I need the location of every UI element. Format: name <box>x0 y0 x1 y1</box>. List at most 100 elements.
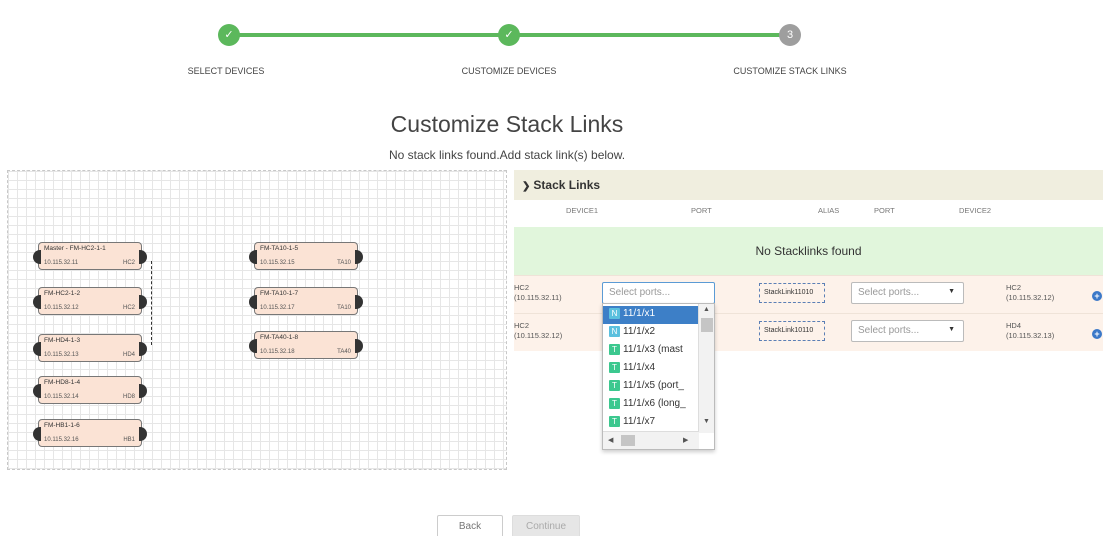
badge-t: T <box>609 416 620 427</box>
port-option[interactable]: N 11/1/x1 <box>603 306 699 324</box>
device-name: FM-HB1-1-6 <box>44 422 80 429</box>
badge-t: T <box>609 380 620 391</box>
device-type: TA40 <box>337 349 351 355</box>
port-option[interactable]: T 11/1/x6 (long_ <box>603 396 699 414</box>
device-ip: 10.115.32.12 <box>44 305 79 311</box>
port-left-handle[interactable] <box>249 250 257 264</box>
scroll-down-icon[interactable]: ▼ <box>703 418 710 425</box>
port-option[interactable]: T 11/1/x4 <box>603 360 699 378</box>
port-option[interactable]: T 11/1/x5 (port_ <box>603 378 699 396</box>
port-right-handle[interactable] <box>139 295 147 309</box>
device-type: HC2 <box>122 305 135 311</box>
device-node[interactable]: Master - FM-HC2-1-1 10.115.32.11 HC2 <box>33 242 147 270</box>
device-type: TA10 <box>337 305 351 311</box>
device1-name: HC2 <box>514 321 530 330</box>
scroll-up-icon[interactable]: ▲ <box>703 306 710 313</box>
port-left-handle[interactable] <box>249 295 257 309</box>
device-name: FM-HD8-1-4 <box>44 379 81 386</box>
port-left-handle[interactable] <box>33 342 41 356</box>
port-left-handle[interactable] <box>33 295 41 309</box>
badge-n: N <box>609 326 620 337</box>
continue-button[interactable]: Continue <box>512 515 580 536</box>
caret-down-icon: ▼ <box>948 326 955 333</box>
device-name: FM-HC2-1-2 <box>44 290 81 297</box>
badge-t: T <box>609 398 620 409</box>
caret-down-icon: ▼ <box>948 288 955 295</box>
port2-select[interactable]: Select ports... ▼ <box>851 282 964 304</box>
device-node[interactable]: FM-TA40-1-8 10.115.32.18 TA40 <box>249 331 363 359</box>
port-left-handle[interactable] <box>33 250 41 264</box>
topology-canvas[interactable]: Master - FM-HC2-1-1 10.115.32.11 HC2 FM-… <box>7 170 507 470</box>
device-node[interactable]: FM-TA10-1-5 10.115.32.15 TA10 <box>249 242 363 270</box>
alias-field[interactable]: StackLink10110 <box>759 321 825 341</box>
scroll-right-icon[interactable]: ▶ <box>683 436 688 444</box>
port-right-handle[interactable] <box>139 342 147 356</box>
add-link-plus-icon[interactable]: + <box>1092 329 1102 339</box>
horizontal-scrollbar[interactable]: ◀ ▶ <box>603 431 699 449</box>
device-node[interactable]: FM-HC2-1-2 10.115.32.12 HC2 <box>33 287 147 315</box>
port-right-handle[interactable] <box>355 250 363 264</box>
badge-t: T <box>609 362 620 373</box>
port-right-handle[interactable] <box>139 427 147 441</box>
step-connector-1 <box>235 33 512 37</box>
device-type: HD4 <box>122 352 135 358</box>
vertical-scrollbar[interactable]: ▲ ▼ <box>698 304 714 433</box>
device-name: Master - FM-HC2-1-1 <box>44 245 106 252</box>
device-node[interactable]: FM-HB1-1-6 10.115.32.16 HB1 <box>33 419 147 447</box>
device-type: HD8 <box>122 394 135 400</box>
empty-stacklinks-message: No Stacklinks found <box>514 227 1103 275</box>
horizontal-scroll-thumb[interactable] <box>621 435 635 446</box>
stack-connector-line <box>151 261 152 345</box>
port-dropdown-list[interactable]: N 11/1/x1 N 11/1/x2 T 11/1/x3 (mast T 11/1/x… <box>602 303 715 450</box>
port2-select-placeholder: Select ports... <box>858 287 920 298</box>
add-link-plus-icon[interactable]: + <box>1092 291 1102 301</box>
port-option-label: 11/1/x6 (long_ <box>623 398 686 409</box>
device-node[interactable]: FM-TA10-1-7 10.115.32.17 TA10 <box>249 287 363 315</box>
port-left-handle[interactable] <box>249 339 257 353</box>
scroll-left-icon[interactable]: ◀ <box>608 436 613 444</box>
port1-select[interactable]: Select ports... <box>602 282 715 304</box>
device-type: HB1 <box>123 437 135 443</box>
port-option[interactable]: N 11/1/x2 <box>603 324 699 342</box>
stack-links-title: Stack Links <box>533 178 601 192</box>
port2-select[interactable]: Select ports... ▼ <box>851 320 964 342</box>
port-right-handle[interactable] <box>355 339 363 353</box>
port-option-label: 11/1/x7 <box>623 416 656 427</box>
step-connector-2 <box>512 33 788 37</box>
col-port1: PORT <box>691 206 712 215</box>
port-option-label: 11/1/x2 <box>623 326 656 337</box>
device2-cell: HC2 (10.115.32.12) <box>1006 283 1054 303</box>
device-ip: 10.115.32.11 <box>44 260 79 266</box>
port-left-handle[interactable] <box>33 427 41 441</box>
port-option[interactable]: T 11/1/x3 (mast <box>603 342 699 360</box>
back-button[interactable]: Back <box>437 515 503 536</box>
page-subtitle: No stack links found.Add stack link(s) b… <box>388 148 626 162</box>
badge-t: T <box>609 344 620 355</box>
port-right-handle[interactable] <box>139 384 147 398</box>
port-option[interactable]: T 11/1/x7 <box>603 414 699 432</box>
device2-name: HD4 <box>1006 321 1022 330</box>
stack-links-header[interactable]: ❯ Stack Links <box>514 170 1103 200</box>
page: ✓ ✓ 3 SELECT DEVICES CUSTOMIZE DEVICES C… <box>7 7 1103 536</box>
device2-ip: (10.115.32.13) <box>1006 331 1055 340</box>
port-right-handle[interactable] <box>355 295 363 309</box>
device1-ip: (10.115.32.12) <box>514 331 563 340</box>
port-right-handle[interactable] <box>139 250 147 264</box>
device1-name: HC2 <box>514 283 530 292</box>
device2-name: HC2 <box>1006 283 1022 292</box>
device-node[interactable]: FM-HD8-1-4 10.115.32.14 HD8 <box>33 376 147 404</box>
device-type: HC2 <box>122 260 135 266</box>
device-ip: 10.115.32.15 <box>260 260 295 266</box>
port2-select-placeholder: Select ports... <box>858 325 920 336</box>
device-node[interactable]: FM-HD4-1-3 10.115.32.13 HD4 <box>33 334 147 362</box>
device-ip: 10.115.32.13 <box>44 352 79 358</box>
device2-ip: (10.115.32.12) <box>1006 293 1055 302</box>
alias-field[interactable]: StackLink11010 <box>759 283 825 303</box>
device-ip: 10.115.32.17 <box>260 305 295 311</box>
device-ip: 10.115.32.16 <box>44 437 79 443</box>
port-left-handle[interactable] <box>33 384 41 398</box>
port-option-label: 11/1/x3 (mast <box>623 344 683 355</box>
device-name: FM-TA10-1-7 <box>260 290 299 297</box>
step-3-label: CUSTOMIZE STACK LINKS <box>733 66 847 76</box>
vertical-scroll-thumb[interactable] <box>701 318 713 332</box>
